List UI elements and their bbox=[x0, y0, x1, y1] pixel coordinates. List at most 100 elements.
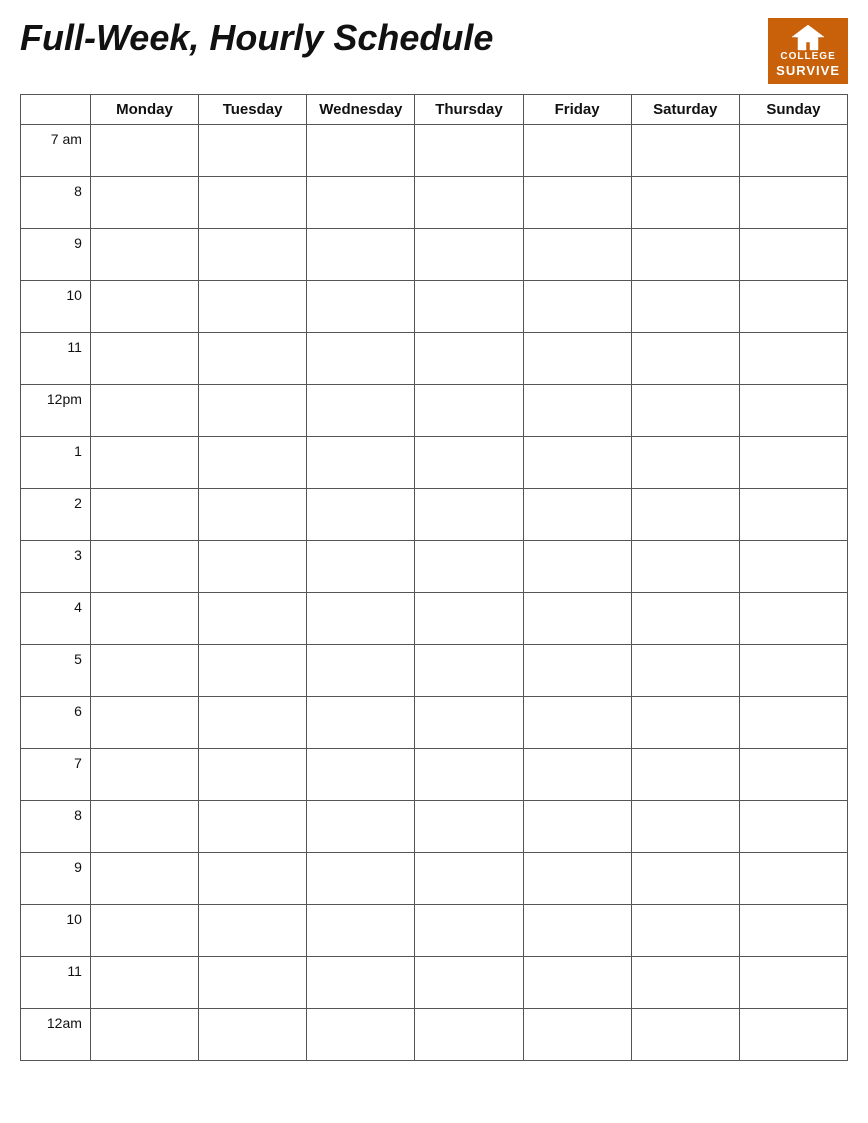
schedule-cell[interactable] bbox=[415, 384, 523, 436]
schedule-cell[interactable] bbox=[739, 644, 847, 696]
schedule-cell[interactable] bbox=[199, 696, 307, 748]
schedule-cell[interactable] bbox=[739, 904, 847, 956]
schedule-cell[interactable] bbox=[523, 540, 631, 592]
schedule-cell[interactable] bbox=[631, 332, 739, 384]
schedule-cell[interactable] bbox=[523, 592, 631, 644]
schedule-cell[interactable] bbox=[307, 124, 415, 176]
schedule-cell[interactable] bbox=[523, 436, 631, 488]
schedule-cell[interactable] bbox=[90, 592, 198, 644]
schedule-cell[interactable] bbox=[307, 332, 415, 384]
schedule-cell[interactable] bbox=[90, 904, 198, 956]
schedule-cell[interactable] bbox=[90, 124, 198, 176]
schedule-cell[interactable] bbox=[307, 228, 415, 280]
schedule-cell[interactable] bbox=[415, 124, 523, 176]
schedule-cell[interactable] bbox=[415, 176, 523, 228]
schedule-cell[interactable] bbox=[307, 436, 415, 488]
schedule-cell[interactable] bbox=[523, 748, 631, 800]
schedule-cell[interactable] bbox=[739, 176, 847, 228]
schedule-cell[interactable] bbox=[90, 436, 198, 488]
schedule-cell[interactable] bbox=[631, 696, 739, 748]
schedule-cell[interactable] bbox=[631, 800, 739, 852]
schedule-cell[interactable] bbox=[199, 384, 307, 436]
schedule-cell[interactable] bbox=[415, 332, 523, 384]
schedule-cell[interactable] bbox=[90, 384, 198, 436]
schedule-cell[interactable] bbox=[307, 176, 415, 228]
schedule-cell[interactable] bbox=[415, 644, 523, 696]
schedule-cell[interactable] bbox=[523, 644, 631, 696]
schedule-cell[interactable] bbox=[523, 384, 631, 436]
schedule-cell[interactable] bbox=[739, 1008, 847, 1060]
schedule-cell[interactable] bbox=[415, 488, 523, 540]
schedule-cell[interactable] bbox=[199, 800, 307, 852]
schedule-cell[interactable] bbox=[415, 800, 523, 852]
schedule-cell[interactable] bbox=[523, 280, 631, 332]
schedule-cell[interactable] bbox=[631, 436, 739, 488]
schedule-cell[interactable] bbox=[199, 592, 307, 644]
schedule-cell[interactable] bbox=[739, 124, 847, 176]
schedule-cell[interactable] bbox=[523, 904, 631, 956]
schedule-cell[interactable] bbox=[631, 904, 739, 956]
schedule-cell[interactable] bbox=[415, 228, 523, 280]
schedule-cell[interactable] bbox=[631, 488, 739, 540]
schedule-cell[interactable] bbox=[90, 956, 198, 1008]
schedule-cell[interactable] bbox=[631, 852, 739, 904]
schedule-cell[interactable] bbox=[90, 644, 198, 696]
schedule-cell[interactable] bbox=[90, 1008, 198, 1060]
schedule-cell[interactable] bbox=[631, 384, 739, 436]
schedule-cell[interactable] bbox=[90, 280, 198, 332]
schedule-cell[interactable] bbox=[90, 228, 198, 280]
schedule-cell[interactable] bbox=[90, 540, 198, 592]
schedule-cell[interactable] bbox=[199, 904, 307, 956]
schedule-cell[interactable] bbox=[307, 644, 415, 696]
schedule-cell[interactable] bbox=[631, 228, 739, 280]
schedule-cell[interactable] bbox=[523, 332, 631, 384]
schedule-cell[interactable] bbox=[199, 852, 307, 904]
schedule-cell[interactable] bbox=[199, 1008, 307, 1060]
schedule-cell[interactable] bbox=[199, 956, 307, 1008]
schedule-cell[interactable] bbox=[199, 488, 307, 540]
schedule-cell[interactable] bbox=[739, 956, 847, 1008]
schedule-cell[interactable] bbox=[523, 1008, 631, 1060]
schedule-cell[interactable] bbox=[307, 748, 415, 800]
schedule-cell[interactable] bbox=[739, 488, 847, 540]
schedule-cell[interactable] bbox=[307, 696, 415, 748]
schedule-cell[interactable] bbox=[631, 176, 739, 228]
schedule-cell[interactable] bbox=[199, 332, 307, 384]
schedule-cell[interactable] bbox=[307, 800, 415, 852]
schedule-cell[interactable] bbox=[90, 800, 198, 852]
schedule-cell[interactable] bbox=[415, 852, 523, 904]
schedule-cell[interactable] bbox=[415, 280, 523, 332]
schedule-cell[interactable] bbox=[307, 1008, 415, 1060]
schedule-cell[interactable] bbox=[415, 904, 523, 956]
schedule-cell[interactable] bbox=[631, 280, 739, 332]
schedule-cell[interactable] bbox=[90, 852, 198, 904]
schedule-cell[interactable] bbox=[90, 176, 198, 228]
schedule-cell[interactable] bbox=[739, 280, 847, 332]
schedule-cell[interactable] bbox=[199, 644, 307, 696]
schedule-cell[interactable] bbox=[631, 540, 739, 592]
schedule-cell[interactable] bbox=[90, 488, 198, 540]
schedule-cell[interactable] bbox=[199, 176, 307, 228]
schedule-cell[interactable] bbox=[739, 436, 847, 488]
schedule-cell[interactable] bbox=[307, 904, 415, 956]
schedule-cell[interactable] bbox=[739, 228, 847, 280]
schedule-cell[interactable] bbox=[631, 124, 739, 176]
schedule-cell[interactable] bbox=[90, 696, 198, 748]
schedule-cell[interactable] bbox=[739, 800, 847, 852]
schedule-cell[interactable] bbox=[739, 852, 847, 904]
schedule-cell[interactable] bbox=[307, 280, 415, 332]
schedule-cell[interactable] bbox=[307, 852, 415, 904]
schedule-cell[interactable] bbox=[739, 696, 847, 748]
schedule-cell[interactable] bbox=[307, 384, 415, 436]
schedule-cell[interactable] bbox=[199, 280, 307, 332]
schedule-cell[interactable] bbox=[415, 956, 523, 1008]
schedule-cell[interactable] bbox=[631, 592, 739, 644]
schedule-cell[interactable] bbox=[631, 644, 739, 696]
schedule-cell[interactable] bbox=[739, 540, 847, 592]
schedule-cell[interactable] bbox=[199, 748, 307, 800]
schedule-cell[interactable] bbox=[199, 124, 307, 176]
schedule-cell[interactable] bbox=[90, 332, 198, 384]
schedule-cell[interactable] bbox=[90, 748, 198, 800]
schedule-cell[interactable] bbox=[199, 436, 307, 488]
schedule-cell[interactable] bbox=[631, 956, 739, 1008]
